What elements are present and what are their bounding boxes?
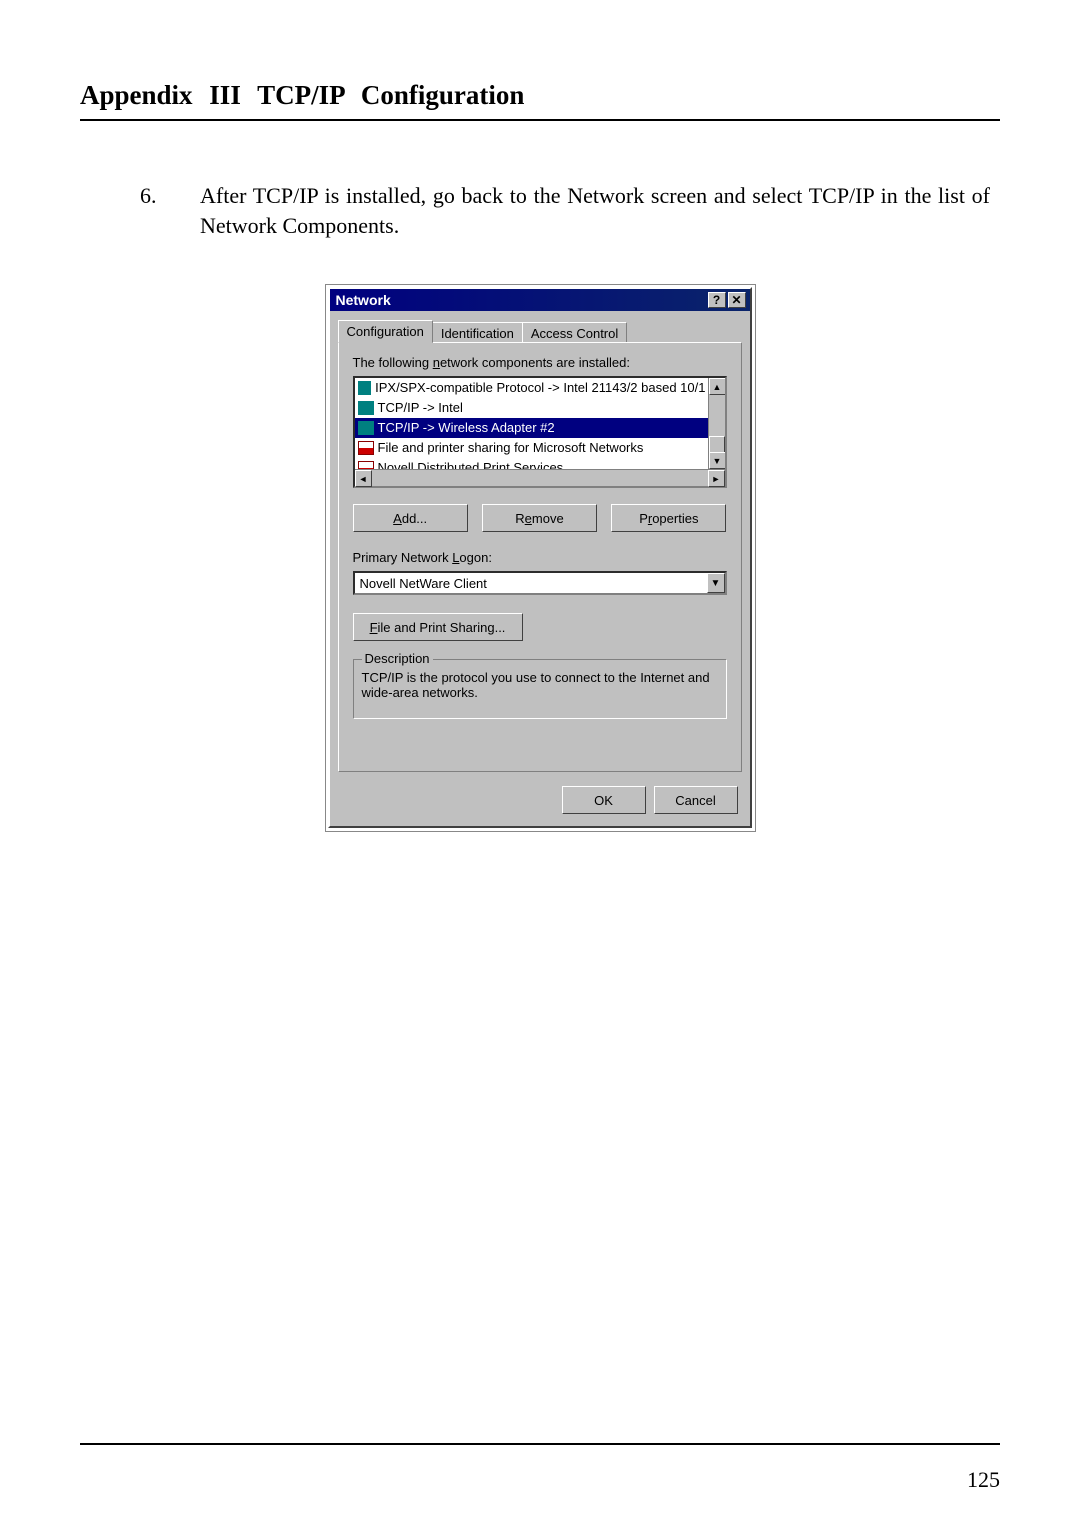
list-item[interactable]: File and printer sharing for Microsoft N… <box>355 438 708 458</box>
primary-logon-label: Primary Network Logon: <box>353 550 727 565</box>
scroll-right-icon[interactable]: ► <box>708 470 725 487</box>
protocol-icon <box>358 401 374 415</box>
tab-row: Configuration Identification Access Cont… <box>330 311 750 342</box>
step-number: 6. <box>140 181 200 240</box>
properties-button[interactable]: Properties <box>611 504 726 532</box>
protocol-icon <box>358 381 372 395</box>
description-text: TCP/IP is the protocol you use to connec… <box>362 670 718 700</box>
list-item-label: IPX/SPX-compatible Protocol -> Intel 211… <box>375 379 705 397</box>
primary-logon-value: Novell NetWare Client <box>355 573 707 593</box>
component-list-label: The following network components are ins… <box>353 355 727 370</box>
cancel-button[interactable]: Cancel <box>654 786 738 814</box>
titlebar: Network ? ✕ <box>330 289 750 311</box>
service-icon <box>358 441 374 455</box>
remove-button[interactable]: Remove <box>482 504 597 532</box>
add-button[interactable]: Add... <box>353 504 468 532</box>
primary-logon-combo[interactable]: Novell NetWare Client ▼ <box>353 571 727 595</box>
scroll-down-icon[interactable]: ▼ <box>709 452 725 469</box>
description-group: Description TCP/IP is the protocol you u… <box>353 659 727 719</box>
description-legend: Description <box>362 651 433 666</box>
list-item[interactable]: IPX/SPX-compatible Protocol -> Intel 211… <box>355 378 708 398</box>
network-dialog: Network ? ✕ Configuration Identification… <box>328 287 752 828</box>
footer-rule <box>80 1443 1000 1445</box>
close-button[interactable]: ✕ <box>728 292 746 308</box>
window-title: Network <box>336 292 706 308</box>
ok-button[interactable]: OK <box>562 786 646 814</box>
service-icon <box>358 461 374 469</box>
vertical-scrollbar[interactable]: ▲ ▼ <box>708 378 725 469</box>
list-item-label: File and printer sharing for Microsoft N… <box>378 439 644 457</box>
component-list[interactable]: IPX/SPX-compatible Protocol -> Intel 211… <box>353 376 727 488</box>
scroll-left-icon[interactable]: ◄ <box>355 470 372 487</box>
appendix-title: Appendix III TCP/IP Configuration <box>80 80 1000 111</box>
protocol-icon <box>358 421 374 435</box>
list-item[interactable]: Novell Distributed Print Services <box>355 458 708 469</box>
file-print-sharing-button[interactable]: File and Print Sharing... <box>353 613 523 641</box>
help-button[interactable]: ? <box>708 292 726 308</box>
tab-configuration[interactable]: Configuration <box>338 320 433 343</box>
scroll-up-icon[interactable]: ▲ <box>709 378 725 395</box>
tab-body: The following network components are ins… <box>338 342 742 772</box>
list-item-label: TCP/IP -> Intel <box>378 399 463 417</box>
list-item[interactable]: TCP/IP -> Intel <box>355 398 708 418</box>
page-number: 125 <box>967 1467 1000 1493</box>
screenshot-frame: Network ? ✕ Configuration Identification… <box>325 284 756 832</box>
header-rule <box>80 119 1000 121</box>
step-text: After TCP/IP is installed, go back to th… <box>200 181 990 240</box>
chevron-down-icon[interactable]: ▼ <box>707 573 725 593</box>
list-item-selected[interactable]: TCP/IP -> Wireless Adapter #2 <box>355 418 708 438</box>
list-item-label: Novell Distributed Print Services <box>378 459 564 469</box>
list-item-label: TCP/IP -> Wireless Adapter #2 <box>378 419 555 437</box>
horizontal-scrollbar[interactable]: ◄ ► <box>355 469 725 486</box>
